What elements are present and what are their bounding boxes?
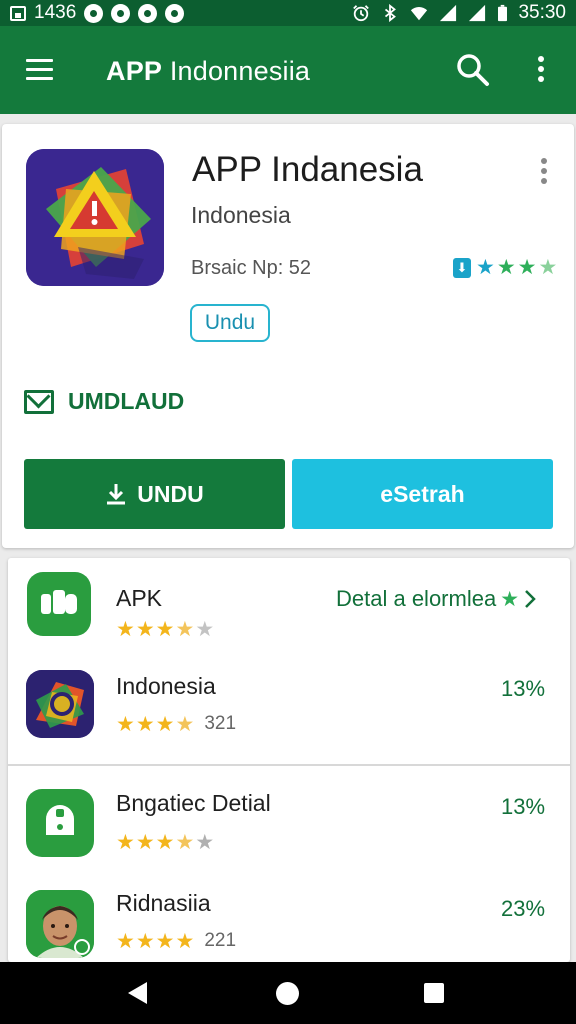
list-item-percent: 13% — [501, 676, 546, 701]
star-icon: ★ — [476, 256, 495, 279]
list-item-percent: 13% — [501, 794, 546, 819]
alarm-icon — [353, 5, 370, 22]
star-icon: ★ — [175, 831, 195, 854]
star-icon: ★ — [135, 831, 155, 854]
star-icon: ★ — [155, 831, 175, 854]
star-icon: ★ — [116, 831, 135, 854]
notification-icon — [10, 5, 26, 21]
recents-icon[interactable] — [424, 983, 444, 1003]
detail-link-label: Detal a elormlea — [336, 586, 497, 611]
list-item-icon[interactable] — [26, 789, 94, 857]
list-item-rating: ★ ★ ★ ★ 221 — [116, 930, 236, 952]
status-time-right: 35:30 — [518, 2, 566, 23]
mail-check-icon — [24, 389, 54, 414]
list-item-avatar-icon[interactable] — [26, 890, 94, 958]
download-badge-icon: ⬇ — [453, 257, 471, 278]
bluetooth-icon — [385, 4, 397, 22]
chevron-right-icon — [525, 590, 536, 608]
app-logo-icon — [26, 149, 164, 286]
star-icon: ★ — [496, 256, 516, 279]
star-icon: ★ — [175, 929, 195, 953]
star-icon: ★ — [116, 618, 135, 641]
list-item-name[interactable]: Ridnasiia — [116, 890, 211, 917]
search-icon[interactable] — [456, 53, 490, 87]
list-item-percent: 23% — [501, 896, 546, 921]
secondary-button-glyph: e — [380, 480, 394, 507]
list-item-count: 321 — [204, 713, 237, 734]
star-icon: ★ — [135, 712, 155, 736]
list-item-rating: ★ ★ ★ ★ 321 — [116, 713, 236, 735]
list-item-icon[interactable] — [27, 572, 91, 636]
download-icon — [107, 484, 126, 505]
list-item-count: 221 — [204, 930, 237, 951]
secondary-button-label: Setrah — [393, 480, 465, 507]
list-divider — [8, 764, 570, 766]
app-bar-title: APP Indonnesiia — [106, 56, 310, 87]
battery-icon — [498, 4, 508, 22]
app-meta: Brsaic Np: 52 — [191, 257, 312, 279]
status-bar: 1436 35:30 — [0, 0, 576, 26]
star-icon: ★ — [538, 256, 558, 279]
notification-dot-icon — [165, 3, 185, 23]
star-icon: ★ — [116, 929, 135, 953]
app-bar-title-rest: Indonnesiia — [162, 56, 311, 86]
download-button[interactable]: UNDU — [24, 459, 285, 529]
signal-icon — [440, 4, 457, 22]
app-title: APP Indanesia — [192, 150, 423, 189]
download-section-label: UMDLAUD — [68, 388, 185, 414]
list-item-icon[interactable] — [26, 670, 94, 738]
app-developer: Indonesia — [191, 202, 291, 228]
app-rating: ⬇ ★ ★ ★ ★ — [453, 257, 557, 278]
star-icon: ★ — [116, 712, 135, 736]
notification-dot-icon — [84, 3, 104, 23]
star-icon: ★ — [135, 618, 155, 641]
app-bar-title-bold: APP — [106, 56, 163, 86]
status-time-left: 1436 — [34, 2, 77, 23]
app-bar: APP Indonnesiia — [0, 26, 576, 114]
download-section: UMDLAUD — [24, 388, 184, 415]
card-overflow-icon[interactable] — [541, 158, 549, 186]
download-button-label: UNDU — [137, 480, 204, 507]
star-icon: ★ — [155, 712, 175, 736]
list-item-name[interactable]: Bngatiec Detial — [116, 790, 271, 817]
star-icon: ★ — [135, 929, 155, 953]
detail-link[interactable]: Detal a elormlea ★ — [336, 586, 537, 612]
list-item-name[interactable]: APK — [116, 585, 162, 612]
back-icon[interactable] — [128, 982, 147, 1004]
home-icon[interactable] — [276, 982, 299, 1005]
list-item-name[interactable]: Indonesia — [116, 673, 216, 700]
overflow-menu-icon[interactable] — [538, 56, 546, 84]
star-icon: ★ — [195, 831, 215, 854]
star-icon: ★ — [155, 929, 175, 953]
list-item-rating: ★ ★ ★ ★ ★ — [116, 832, 214, 853]
star-icon: ★ — [155, 618, 175, 641]
notification-dot-icon — [111, 3, 131, 23]
notification-dot-icon — [138, 3, 158, 23]
star-icon: ★ — [195, 618, 215, 641]
star-icon: ★ — [517, 256, 537, 279]
star-icon: ★ — [175, 712, 195, 736]
star-icon: ★ — [175, 618, 195, 641]
menu-icon[interactable] — [26, 59, 53, 81]
signal-icon — [469, 4, 486, 22]
list-item-rating: ★ ★ ★ ★ ★ — [116, 619, 214, 640]
wifi-icon — [411, 7, 428, 21]
install-pill-button[interactable]: Undu — [190, 304, 270, 342]
star-icon: ★ — [500, 587, 520, 611]
secondary-button[interactable]: e Setrah — [292, 459, 553, 529]
